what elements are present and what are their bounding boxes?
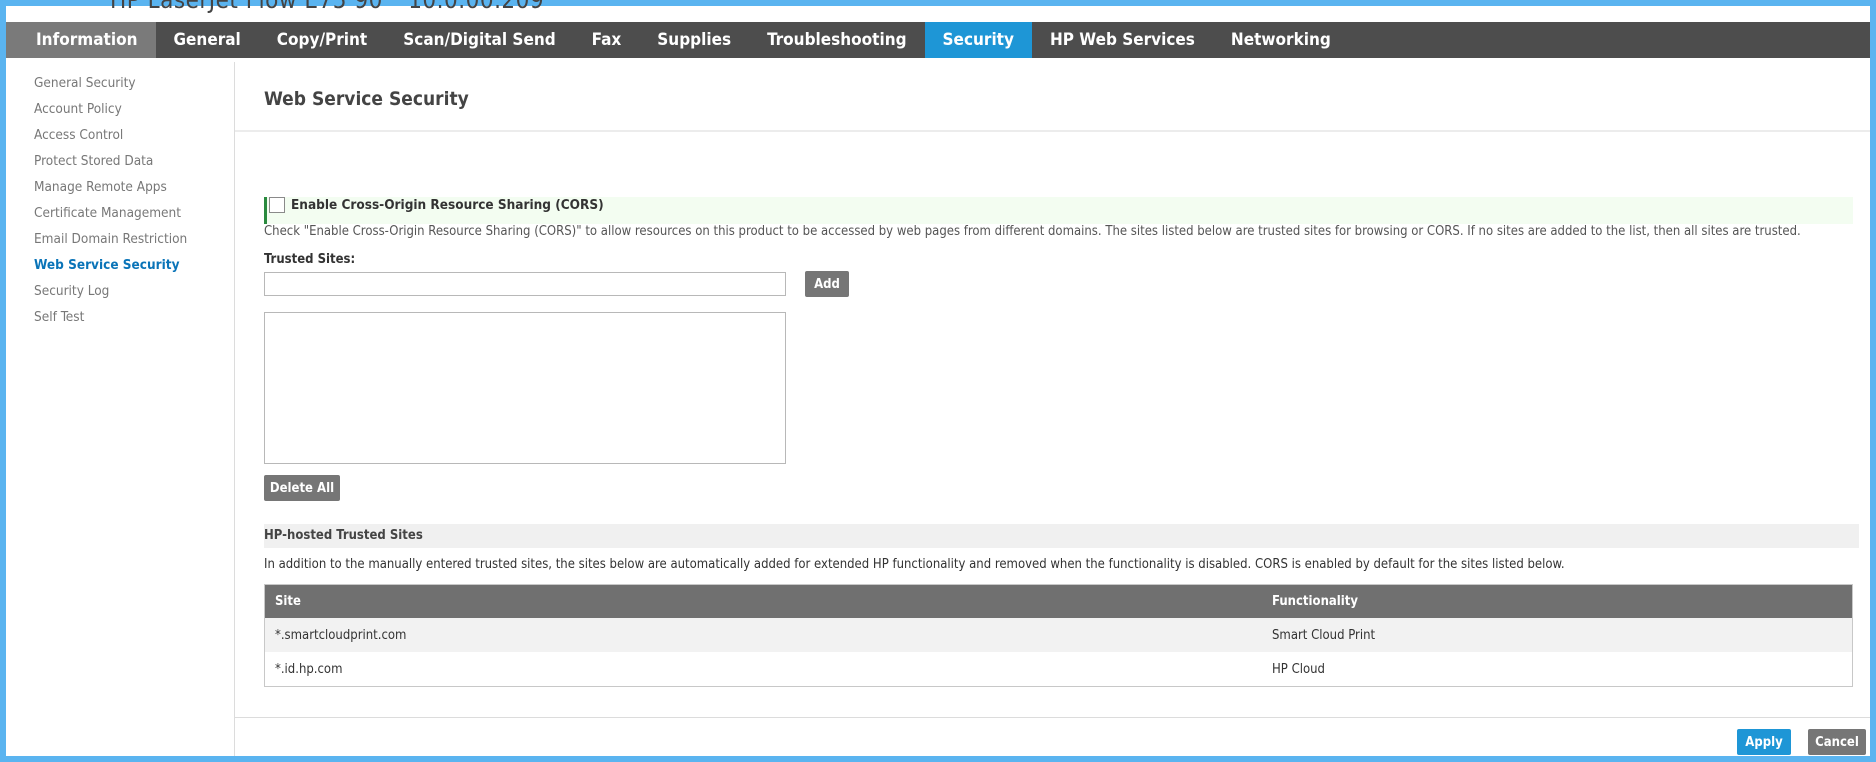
cors-checkbox[interactable] xyxy=(269,197,285,213)
trusted-site-input[interactable] xyxy=(264,272,786,296)
delete-all-button[interactable]: Delete All xyxy=(264,475,340,501)
tab-copy-print[interactable]: Copy/Print xyxy=(259,22,385,58)
main-content: Web Service Security Enable Cross-Origin… xyxy=(235,62,1870,762)
hp-hosted-header-label: HP-hosted Trusted Sites xyxy=(264,528,423,543)
tab-supplies[interactable]: Supplies xyxy=(639,22,749,58)
tab-hp-web-services[interactable]: HP Web Services xyxy=(1032,22,1213,58)
cors-row: Enable Cross-Origin Resource Sharing (CO… xyxy=(269,197,604,213)
sidebar-item-web-service-security[interactable]: Web Service Security xyxy=(6,252,234,278)
add-site-button[interactable]: Add xyxy=(805,271,849,297)
sidebar-item-email-domain-restriction[interactable]: Email Domain Restriction xyxy=(6,226,234,252)
top-nav: Information General Copy/Print Scan/Digi… xyxy=(6,22,1870,58)
hp-hosted-sites-table: Site Functionality *.smartcloudprint.com… xyxy=(264,584,1853,687)
device-name: HP LaserJet Flow E75 90 xyxy=(110,0,383,14)
tab-troubleshooting[interactable]: Troubleshooting xyxy=(749,22,924,58)
tab-networking[interactable]: Networking xyxy=(1213,22,1349,58)
apply-button[interactable]: Apply xyxy=(1737,729,1791,755)
site-cell: *.id.hp.com xyxy=(275,661,343,677)
page-title: Web Service Security xyxy=(264,88,469,110)
sidebar-item-protect-stored-data[interactable]: Protect Stored Data xyxy=(6,148,234,174)
banner-cover xyxy=(235,132,1870,197)
device-header: HP LaserJet Flow E75 90 10.0.00.209 xyxy=(110,0,562,14)
trusted-sites-label: Trusted Sites: xyxy=(264,252,356,267)
sidebar-item-security-log[interactable]: Security Log xyxy=(6,278,234,304)
tab-fax[interactable]: Fax xyxy=(574,22,640,58)
sidebar: General Security Account Policy Access C… xyxy=(6,62,235,762)
hp-hosted-section-header: HP-hosted Trusted Sites xyxy=(264,524,1859,548)
cors-label: Enable Cross-Origin Resource Sharing (CO… xyxy=(291,197,604,213)
sidebar-item-access-control[interactable]: Access Control xyxy=(6,122,234,148)
table-row: *.id.hp.com HP Cloud xyxy=(265,652,1853,687)
cors-help-text: Check "Enable Cross-Origin Resource Shar… xyxy=(264,224,1801,239)
sidebar-item-manage-remote-apps[interactable]: Manage Remote Apps xyxy=(6,174,234,200)
tab-information[interactable]: Information xyxy=(6,22,156,58)
functionality-cell: Smart Cloud Print xyxy=(1262,618,1853,652)
sidebar-item-certificate-management[interactable]: Certificate Management xyxy=(6,200,234,226)
column-header-site: Site xyxy=(264,584,1262,618)
sidebar-item-self-test[interactable]: Self Test xyxy=(6,304,234,330)
tab-scan-digital-send[interactable]: Scan/Digital Send xyxy=(385,22,573,58)
site-cell: *.smartcloudprint.com xyxy=(264,618,1262,652)
table-row: *.smartcloudprint.com Smart Cloud Print xyxy=(264,618,1853,652)
cancel-button[interactable]: Cancel xyxy=(1808,729,1866,755)
tab-general[interactable]: General xyxy=(156,22,259,58)
hp-hosted-description: In addition to the manually entered trus… xyxy=(264,557,1565,572)
title-divider xyxy=(235,130,1870,132)
sidebar-item-general-security[interactable]: General Security xyxy=(6,70,234,96)
column-header-functionality: Functionality xyxy=(1262,584,1853,618)
functionality-cell: HP Cloud xyxy=(1272,661,1325,677)
footer-divider xyxy=(235,717,1870,718)
table-header-row: Site Functionality xyxy=(264,584,1853,618)
sidebar-item-account-policy[interactable]: Account Policy xyxy=(6,96,234,122)
trusted-sites-list[interactable] xyxy=(264,312,786,464)
tab-security[interactable]: Security xyxy=(924,22,1032,58)
device-ip: 10.0.00.209 xyxy=(408,0,545,14)
